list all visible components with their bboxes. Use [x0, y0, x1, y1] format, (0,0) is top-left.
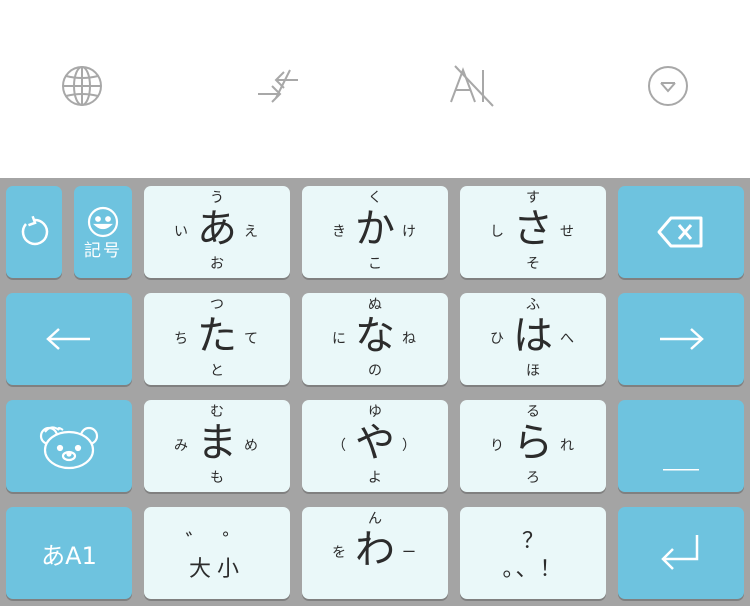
- key-ta[interactable]: つ た ち て と: [144, 293, 290, 385]
- flick-left-label: み: [174, 438, 188, 454]
- emoji-key[interactable]: [6, 400, 132, 492]
- key-a[interactable]: う あ い え お: [144, 186, 290, 278]
- key-na[interactable]: ぬ な に ね の: [302, 293, 448, 385]
- flick-right-label: へ: [560, 331, 574, 347]
- arrow-right-icon: [660, 328, 704, 350]
- swap-arrows-icon[interactable]: [250, 60, 306, 112]
- flick-down-label: よ: [368, 470, 382, 486]
- key-ya[interactable]: ゆ や （ ） よ: [302, 400, 448, 492]
- punctuation-bottom-label: 。、！: [502, 557, 564, 582]
- flick-left-label: に: [332, 331, 346, 347]
- flick-left-label: ち: [174, 331, 188, 347]
- dakuten-label: 大小: [188, 557, 245, 582]
- key-ma[interactable]: む ま み め も: [144, 400, 290, 492]
- flick-down-label: も: [210, 470, 224, 486]
- input-mode-label: あA1: [41, 541, 97, 570]
- flick-left-label: り: [490, 438, 504, 454]
- flick-down-label: こ: [368, 256, 382, 272]
- undo-icon: [21, 215, 49, 246]
- enter-icon: [661, 535, 699, 570]
- key-ra[interactable]: る ら り れ ろ: [460, 400, 606, 492]
- backspace-key[interactable]: [618, 186, 744, 278]
- flick-right-label: れ: [560, 438, 574, 454]
- symbol-key[interactable]: 記号: [74, 186, 132, 278]
- keyboard-toolbar: [0, 0, 750, 178]
- enter-key[interactable]: [618, 507, 744, 599]
- symbol-key-label: 記号: [84, 241, 122, 261]
- flick-left-label: を: [332, 545, 346, 561]
- arrow-left-icon: [46, 328, 90, 350]
- key-ha[interactable]: ふ は ひ へ ほ: [460, 293, 606, 385]
- flick-down-label: ほ: [526, 363, 540, 379]
- space-key-label: ＿: [662, 434, 699, 475]
- dakuten-key[interactable]: ゛ ゜ 大小: [144, 507, 290, 599]
- flick-left-label: し: [490, 224, 504, 240]
- flick-down-label: と: [210, 363, 224, 379]
- flick-right-label: め: [244, 438, 258, 454]
- flick-right-label: け: [402, 224, 416, 240]
- flick-right-label: ね: [402, 331, 416, 347]
- flick-right-label: て: [244, 331, 258, 347]
- flick-left-label: い: [174, 224, 188, 240]
- bear-face-icon: [39, 426, 99, 470]
- input-mode-key[interactable]: あA1: [6, 507, 132, 599]
- globe-icon[interactable]: [54, 60, 110, 112]
- key-wa[interactable]: ん わ を ー: [302, 507, 448, 599]
- ai-off-icon[interactable]: [444, 60, 500, 112]
- flick-left-label: き: [332, 224, 346, 240]
- smiley-icon: [87, 206, 119, 238]
- flick-down-label: そ: [526, 256, 540, 272]
- key-sa[interactable]: す さ し せ そ: [460, 186, 606, 278]
- flick-left-label: ひ: [490, 331, 504, 347]
- undo-key[interactable]: [6, 186, 62, 278]
- backspace-icon: [657, 216, 703, 248]
- space-key[interactable]: ＿: [618, 400, 744, 492]
- flick-left-label: （: [332, 438, 346, 454]
- flick-down-label: ろ: [526, 470, 540, 486]
- cursor-left-key[interactable]: [6, 293, 132, 385]
- collapse-keyboard-icon[interactable]: [640, 60, 696, 112]
- cursor-right-key[interactable]: [618, 293, 744, 385]
- flick-right-label: ー: [402, 545, 416, 561]
- flick-right-label: ）: [402, 438, 416, 454]
- flick-down-label: の: [368, 363, 382, 379]
- flick-down-label: お: [210, 256, 224, 272]
- key-ka[interactable]: く か き け こ: [302, 186, 448, 278]
- flick-keyboard: 記号 う あ い え お く か き け こ す さ し せ そ つ た ち て…: [0, 178, 750, 606]
- flick-right-label: せ: [560, 224, 574, 240]
- punctuation-key[interactable]: ？ 。、！: [460, 507, 606, 599]
- flick-right-label: え: [244, 224, 258, 240]
